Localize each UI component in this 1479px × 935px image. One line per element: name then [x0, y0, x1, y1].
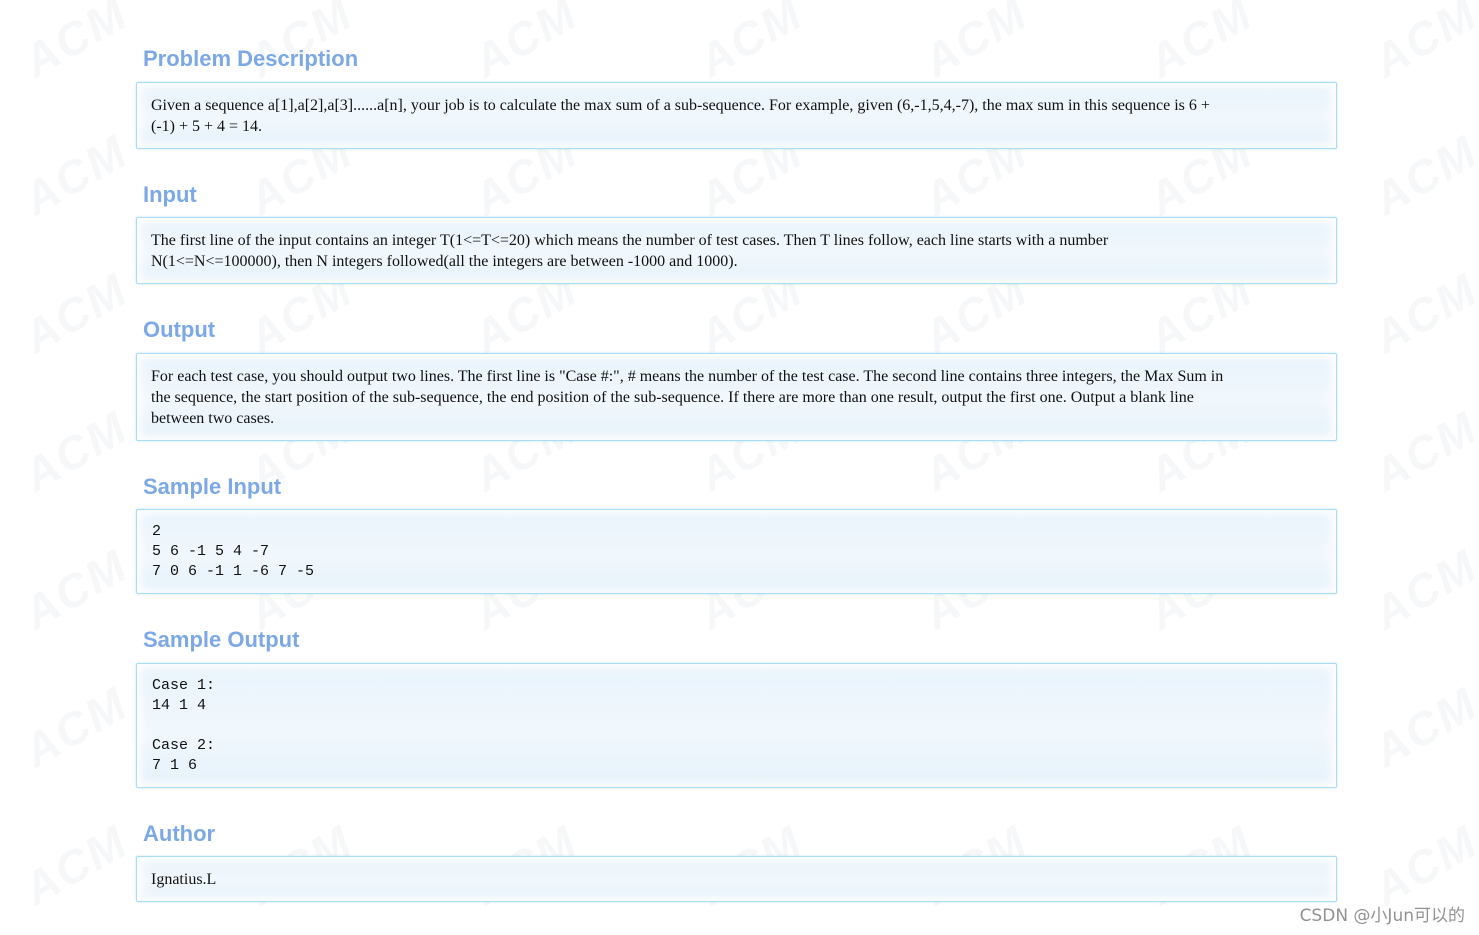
- input-text: The first line of the input contains an …: [151, 232, 1109, 270]
- acm-watermark-mark: ACM: [1364, 262, 1479, 364]
- acm-watermark-mark: ACM: [14, 262, 137, 364]
- acm-watermark-mark: ACM: [1364, 676, 1479, 778]
- acm-watermark-mark: ACM: [1364, 538, 1479, 640]
- acm-watermark-mark: ACM: [1139, 0, 1262, 88]
- acm-watermark-mark: ACM: [464, 0, 587, 88]
- acm-watermark-mark: ACM: [1364, 124, 1479, 226]
- acm-watermark-mark: ACM: [1364, 400, 1479, 502]
- acm-watermark-mark: ACM: [239, 0, 362, 88]
- acm-watermark-mark: ACM: [14, 814, 137, 916]
- acm-watermark-mark: ACM: [689, 0, 812, 88]
- author-panel: Ignatius.L: [136, 856, 1337, 902]
- output-panel: For each test case, you should output tw…: [136, 353, 1337, 441]
- sample-output-code: Case 1: 14 1 4 Case 2: 7 1 6: [152, 677, 216, 774]
- sample-input-heading: Sample Input: [143, 474, 282, 499]
- author-text: Ignatius.L: [151, 871, 217, 888]
- input-panel: The first line of the input contains an …: [136, 217, 1337, 284]
- sample-input-code: 2 5 6 -1 5 4 -7 7 0 6 -1 1 -6 7 -5: [152, 523, 315, 580]
- acm-watermark-mark: ACM: [14, 676, 137, 778]
- acm-watermark-mark: ACM: [14, 538, 137, 640]
- acm-watermark-mark: ACM: [1364, 0, 1479, 88]
- problem-description-text: Given a sequence a[1],a[2],a[3]......a[n…: [151, 97, 1210, 135]
- problem-description-panel: Given a sequence a[1],a[2],a[3]......a[n…: [136, 82, 1337, 149]
- author-heading: Author: [143, 821, 216, 846]
- sample-output-heading: Sample Output: [143, 627, 300, 652]
- output-heading: Output: [143, 317, 216, 342]
- acm-watermark-mark: ACM: [14, 400, 137, 502]
- problem-description-heading: Problem Description: [143, 46, 359, 71]
- output-text: For each test case, you should output tw…: [151, 368, 1224, 427]
- sample-input-panel: 2 5 6 -1 5 4 -7 7 0 6 -1 1 -6 7 -5: [136, 509, 1337, 594]
- input-heading: Input: [143, 182, 197, 207]
- acm-watermark-mark: ACM: [14, 0, 137, 88]
- acm-watermark-mark: ACM: [914, 0, 1037, 88]
- sample-output-panel: Case 1: 14 1 4 Case 2: 7 1 6: [136, 663, 1337, 788]
- acm-watermark-mark: ACM: [14, 124, 137, 226]
- csdn-watermark: CSDN @小Jun可以的: [1299, 906, 1465, 926]
